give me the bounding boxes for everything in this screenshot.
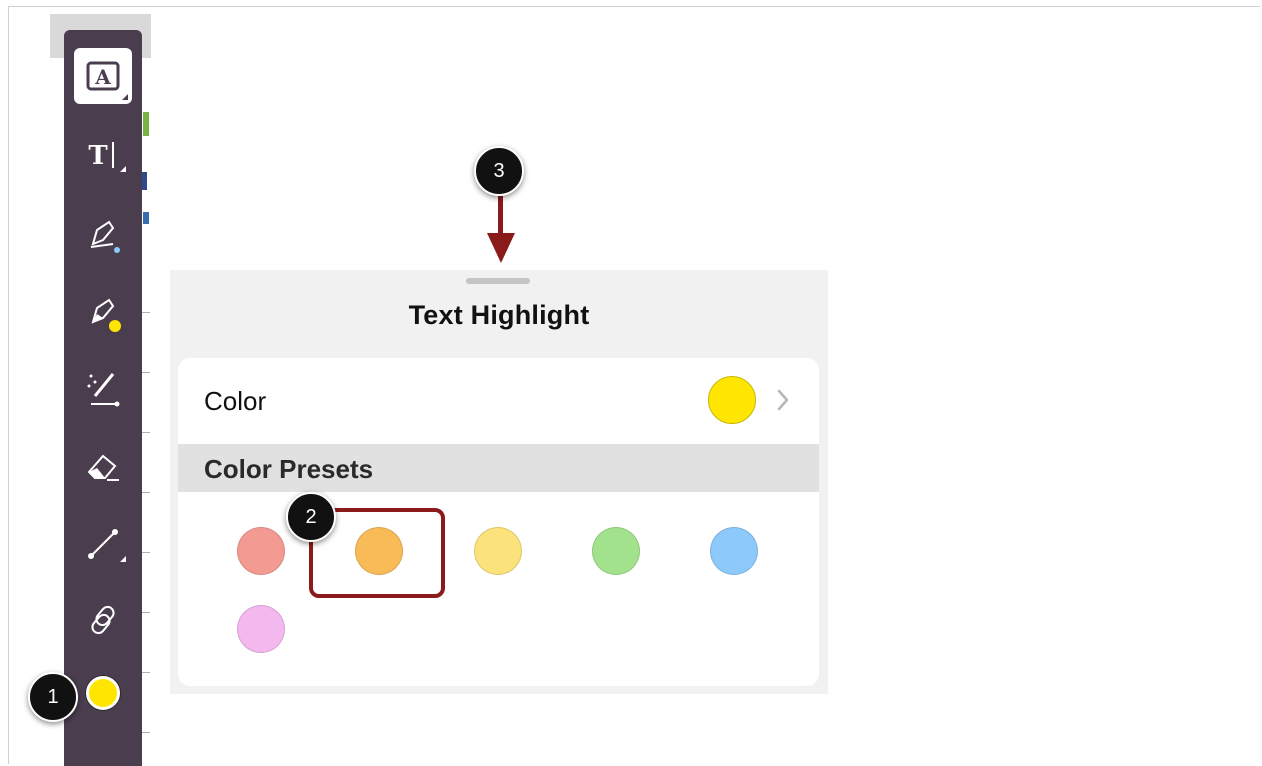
line-tool[interactable] xyxy=(72,516,134,572)
text-insert-icon: T xyxy=(88,141,114,170)
panel-title: Text Highlight xyxy=(408,300,590,330)
doc-fragment xyxy=(143,212,149,224)
line-icon xyxy=(88,529,118,559)
text-insert-tool[interactable]: T xyxy=(72,126,134,182)
doc-fragment xyxy=(143,112,149,136)
color-swatch[interactable] xyxy=(86,676,120,710)
pen-icon xyxy=(90,220,120,253)
preset-swatch-green[interactable] xyxy=(592,527,640,575)
svg-text:T: T xyxy=(88,141,108,170)
color-presets-header: Color Presets xyxy=(178,444,819,492)
color-presets-label: Color Presets xyxy=(204,454,374,484)
magic-wand-icon xyxy=(87,373,120,407)
text-annotation-icon: A xyxy=(86,61,120,91)
pen-tool[interactable] xyxy=(72,206,134,262)
callout-badge: 1 xyxy=(28,672,78,722)
settings-card: Color Color Presets xyxy=(178,358,819,686)
link-icon xyxy=(91,605,115,635)
callout-badge: 2 xyxy=(286,492,336,542)
text-annotation-tool[interactable]: A xyxy=(74,48,132,104)
eraser-icon xyxy=(87,454,119,481)
eraser-tool[interactable] xyxy=(72,438,134,494)
corner-indicator xyxy=(120,166,126,172)
highlighter-tool[interactable] xyxy=(72,284,134,340)
preset-swatch-red[interactable] xyxy=(237,527,285,575)
preset-swatch-pink[interactable] xyxy=(237,605,285,653)
preset-swatch-blue[interactable] xyxy=(710,527,758,575)
callout-arrow-head xyxy=(487,233,515,263)
chevron-right-icon xyxy=(777,389,789,411)
annotation-toolbar: A T xyxy=(64,30,142,766)
magic-wand-tool[interactable] xyxy=(72,360,134,416)
color-label: Color xyxy=(204,386,267,416)
preset-swatch-yellow[interactable] xyxy=(474,527,522,575)
svg-text:A: A xyxy=(94,65,111,89)
highlighter-icon xyxy=(91,298,121,332)
corner-indicator xyxy=(122,94,128,100)
corner-indicator xyxy=(120,556,126,562)
callout-arrow xyxy=(498,196,503,236)
panel-grabber[interactable] xyxy=(466,278,530,284)
callout-badge: 3 xyxy=(474,146,524,196)
color-row[interactable]: Color xyxy=(178,358,819,444)
link-tool[interactable] xyxy=(72,592,134,648)
current-color-swatch xyxy=(708,376,756,424)
text-highlight-panel: Text Highlight Color Color Presets xyxy=(170,270,828,694)
